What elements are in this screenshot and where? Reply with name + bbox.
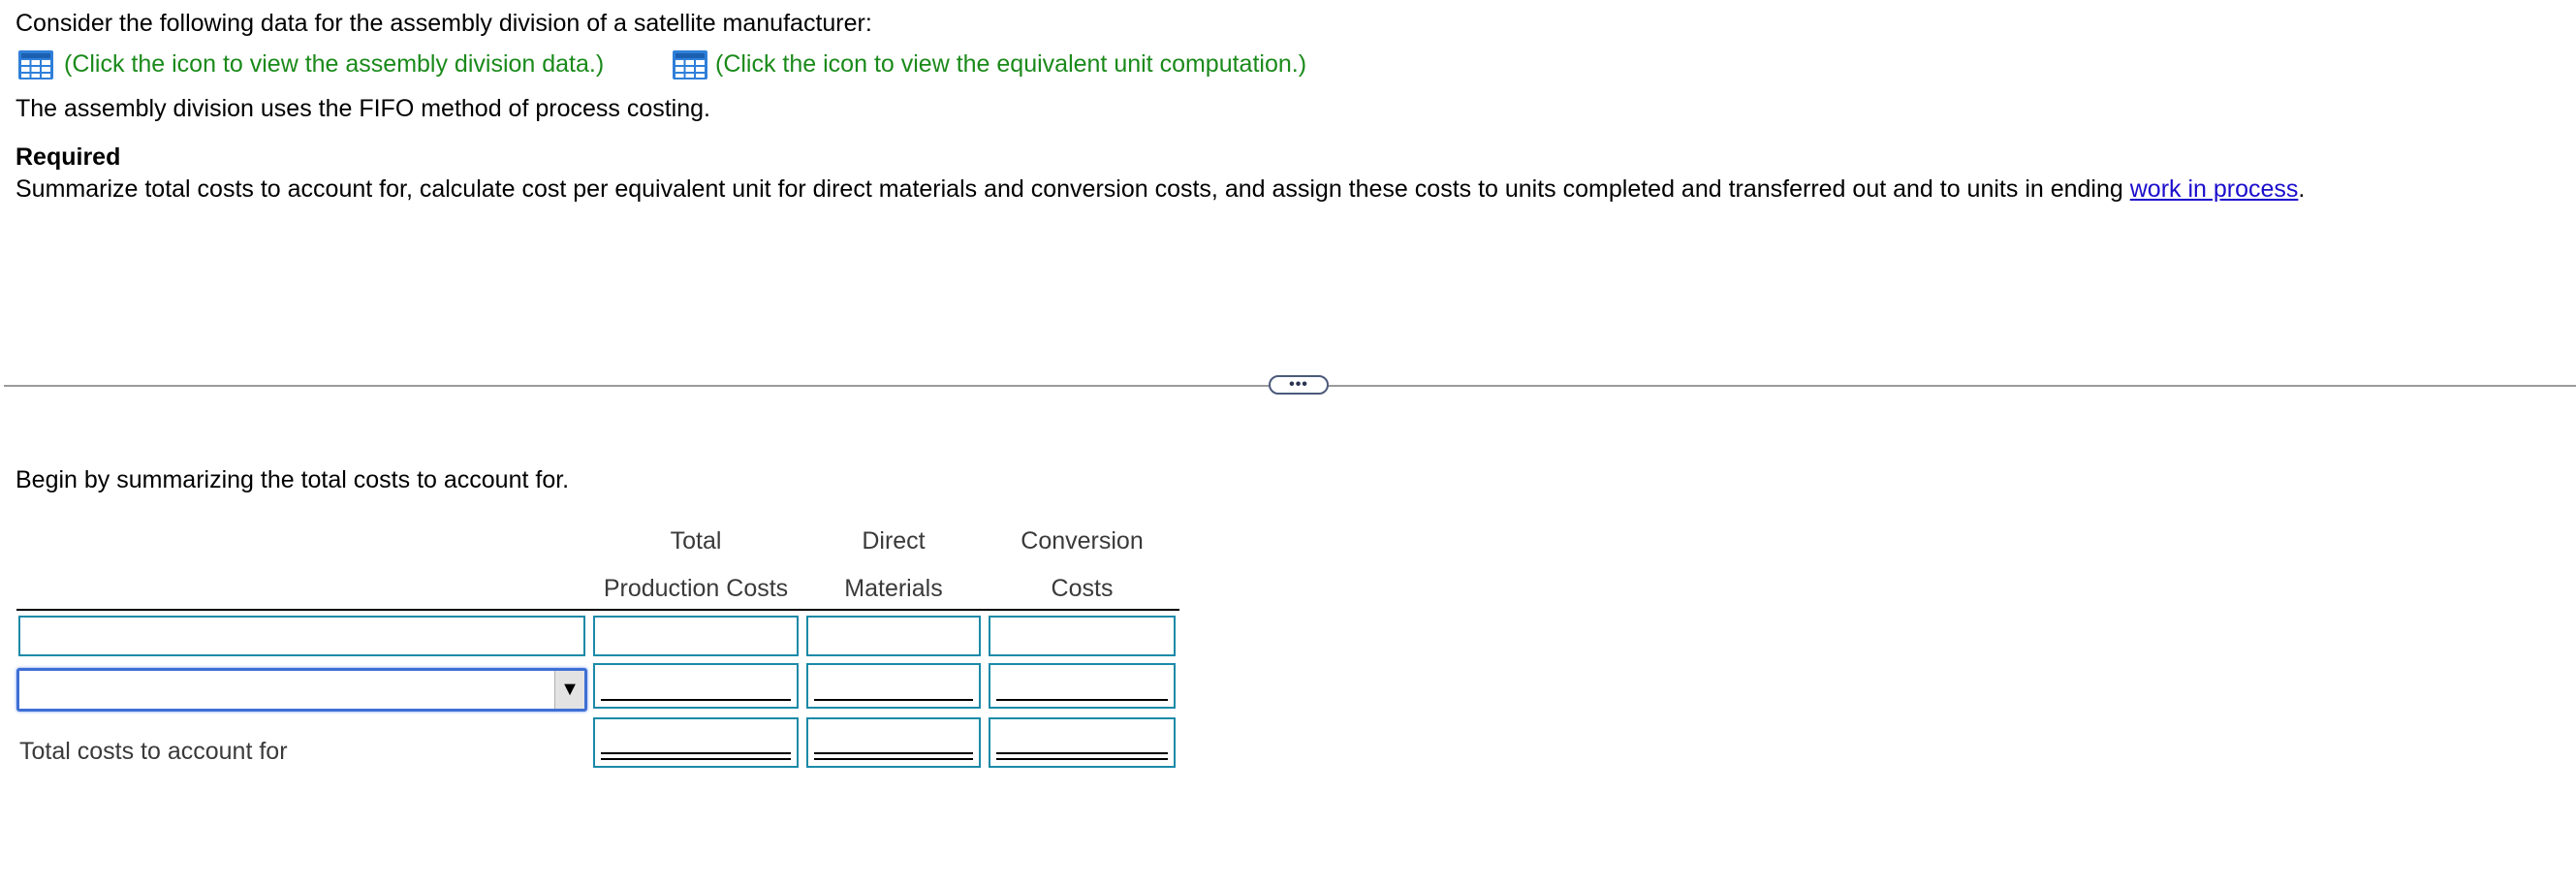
required-end: . — [2298, 175, 2306, 203]
header-dm-line1: Direct — [862, 527, 926, 555]
fifo-method-text: The assembly division uses the FIFO meth… — [16, 95, 710, 122]
header-rule — [16, 609, 1179, 611]
header-dm-line2: Materials — [844, 575, 943, 602]
chevron-down-icon[interactable]: ▼ — [554, 671, 584, 709]
work-in-process-link[interactable]: work in process — [2130, 175, 2299, 203]
single-underline — [996, 699, 1168, 701]
equivalent-unit-table-icon[interactable] — [672, 49, 708, 80]
double-underline — [996, 752, 1168, 760]
total-production-costs-input[interactable] — [593, 717, 799, 768]
required-heading: Required — [16, 143, 121, 171]
required-body: Summarize total costs to account for, ca… — [16, 175, 2130, 203]
row2-total-input[interactable] — [593, 663, 799, 709]
header-total-line2: Production Costs — [603, 575, 789, 602]
total-direct-materials-input[interactable] — [806, 717, 981, 768]
single-underline — [814, 699, 973, 701]
assembly-data-table-icon[interactable] — [17, 49, 54, 80]
header-cc-line2: Costs — [1051, 575, 1114, 602]
double-underline — [601, 752, 791, 760]
row1-total-input[interactable] — [593, 616, 799, 656]
row2-direct-materials-input[interactable] — [806, 663, 981, 709]
row1-conversion-input[interactable] — [989, 616, 1176, 656]
header-total-line1: Total — [670, 527, 722, 555]
equivalent-unit-link[interactable]: (Click the icon to view the equivalent u… — [715, 48, 1306, 79]
required-text: Summarize total costs to account for, ca… — [16, 174, 2305, 205]
total-costs-label: Total costs to account for — [19, 738, 288, 765]
single-underline — [601, 699, 791, 701]
section-prompt: Begin by summarizing the total costs to … — [16, 466, 570, 493]
intro-line: Consider the following data for the asse… — [16, 10, 872, 37]
assembly-data-link[interactable]: (Click the icon to view the assembly div… — [64, 48, 604, 79]
total-conversion-costs-input[interactable] — [989, 717, 1176, 768]
row2-conversion-input[interactable] — [989, 663, 1176, 709]
row2-label-dropdown[interactable]: ▼ — [16, 668, 587, 712]
row1-label-input[interactable] — [18, 616, 585, 656]
row1-direct-materials-input[interactable] — [806, 616, 981, 656]
double-underline — [814, 752, 973, 760]
expand-button[interactable]: ••• — [1269, 375, 1329, 395]
header-cc-line1: Conversion — [1021, 527, 1144, 555]
